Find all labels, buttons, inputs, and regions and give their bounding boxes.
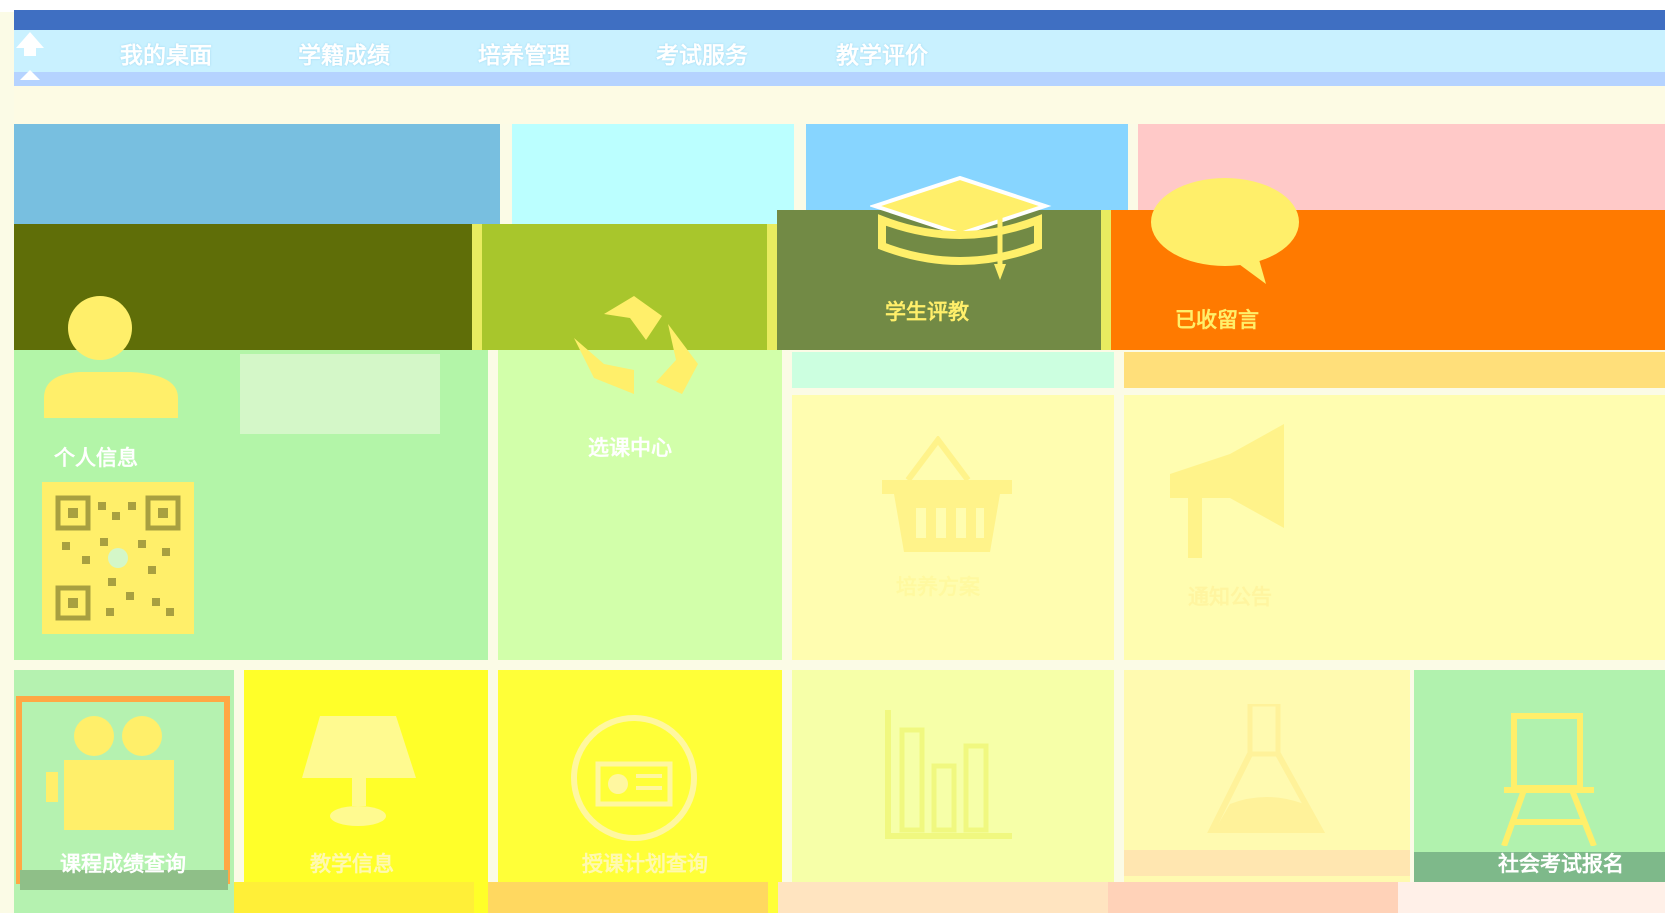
bottom-strip [488, 882, 768, 913]
header-strip [14, 10, 1665, 32]
bottom-strip [234, 882, 474, 913]
lamp-icon [300, 716, 420, 830]
tile-strip [1124, 352, 1665, 388]
course-grade-label: 课程成绩查询 [60, 852, 186, 876]
speech-bubble-icon [1148, 176, 1302, 286]
nav-my-desktop[interactable]: 我的桌面 [120, 36, 212, 70]
flask-icon [1206, 704, 1326, 840]
bottom-strip [778, 882, 1108, 913]
tile-divider [472, 224, 482, 350]
tile-label: 学生评教 [885, 300, 969, 324]
video-camera-icon [44, 716, 178, 830]
tile-label: 已收留言 [1175, 308, 1259, 332]
qr-code-icon[interactable] [42, 482, 194, 634]
tile-strip-cyan [512, 124, 794, 224]
recycle-icon [564, 294, 704, 418]
tile-label: 授课计划查询 [582, 852, 708, 876]
basket-icon [880, 436, 1014, 556]
nav-training-management[interactable]: 培养管理 [478, 36, 570, 70]
tile-label: 培养方案 [896, 575, 980, 599]
graduation-cap-icon [870, 176, 1060, 280]
radio-icon [568, 712, 700, 844]
tile-strip [792, 352, 1114, 388]
tile-strip-blue [14, 124, 500, 224]
nav-underline [14, 72, 1665, 86]
tile-label: 教学信息 [310, 852, 394, 876]
bottom-strip [1108, 882, 1398, 913]
home-icon[interactable] [14, 30, 46, 84]
social-exam-label: 社会考试报名 [1498, 852, 1624, 876]
tile-label: 通知公告 [1188, 585, 1272, 609]
nav-exam-service[interactable]: 考试服务 [656, 36, 748, 70]
tile-divider [767, 224, 777, 350]
bottom-strip [1398, 882, 1665, 913]
bar-chart-icon [884, 710, 1016, 840]
nav-student-records[interactable]: 学籍成绩 [298, 36, 390, 70]
user-icon [40, 294, 182, 418]
megaphone-icon [1160, 424, 1290, 564]
tile-divider [1101, 210, 1111, 350]
tile-label: 选课中心 [588, 436, 672, 460]
sub-header [14, 86, 1665, 124]
easel-icon [1494, 712, 1604, 846]
tile-label: 个人信息 [54, 446, 138, 470]
nav-teaching-evaluation[interactable]: 教学评价 [836, 36, 928, 70]
user-info-block [240, 354, 440, 434]
label-strip [1124, 850, 1410, 876]
